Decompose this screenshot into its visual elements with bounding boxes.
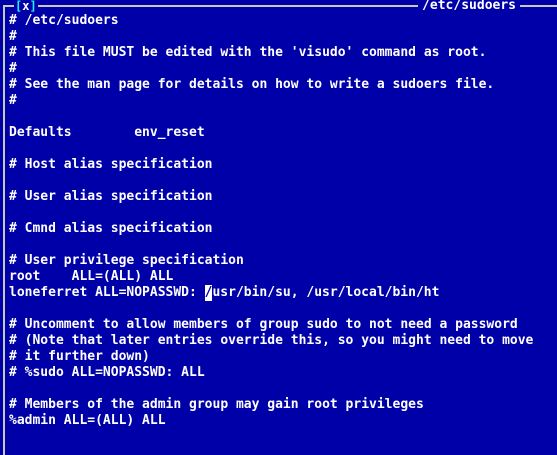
editor-line[interactable]: # (9, 61, 557, 77)
editor-line[interactable]: loneferret ALL=NOPASSWD: /usr/bin/su, /u… (9, 285, 557, 301)
editor-line[interactable]: Defaults env_reset (9, 125, 557, 141)
editor-line[interactable]: # %sudo ALL=NOPASSWD: ALL (9, 365, 557, 381)
editor-line[interactable] (9, 237, 557, 253)
editor-line[interactable]: # User alias specification (9, 189, 557, 205)
editor-line[interactable]: # (9, 29, 557, 45)
window-title: /etc/sudoers (418, 0, 520, 13)
editor-line[interactable]: # (9, 93, 557, 109)
editor-line[interactable]: # it further down) (9, 349, 557, 365)
editor-line[interactable]: # Uncomment to allow members of group su… (9, 317, 557, 333)
close-button[interactable]: [x] (14, 0, 38, 13)
close-icon: x (22, 0, 30, 13)
editor-line[interactable]: %admin ALL=(ALL) ALL (9, 413, 557, 429)
editor-line[interactable]: # (Note that later entries override this… (9, 333, 557, 349)
editor-line[interactable] (9, 205, 557, 221)
editor-line[interactable]: # /etc/sudoers (9, 13, 557, 29)
editor-line[interactable] (9, 381, 557, 397)
editor-line[interactable] (9, 109, 557, 125)
editor-line[interactable]: # Cmnd alias specification (9, 221, 557, 237)
editor-line[interactable] (9, 141, 557, 157)
editor-line[interactable]: # User privilege specification (9, 253, 557, 269)
title-bar: [x] /etc/sudoers (0, 0, 557, 14)
editor-line[interactable] (9, 301, 557, 317)
editor-line[interactable]: # Host alias specification (9, 157, 557, 173)
text-editor[interactable]: # /etc/sudoers # # This file MUST be edite… (9, 13, 557, 444)
editor-line[interactable]: root ALL=(ALL) ALL (9, 269, 557, 285)
editor-line[interactable] (9, 173, 557, 189)
editor-line[interactable]: # Members of the admin group may gain ro… (9, 397, 557, 413)
editor-line[interactable]: # See the man page for details on how to… (9, 77, 557, 93)
editor-line[interactable]: # This file MUST be edited with the 'vis… (9, 45, 557, 61)
